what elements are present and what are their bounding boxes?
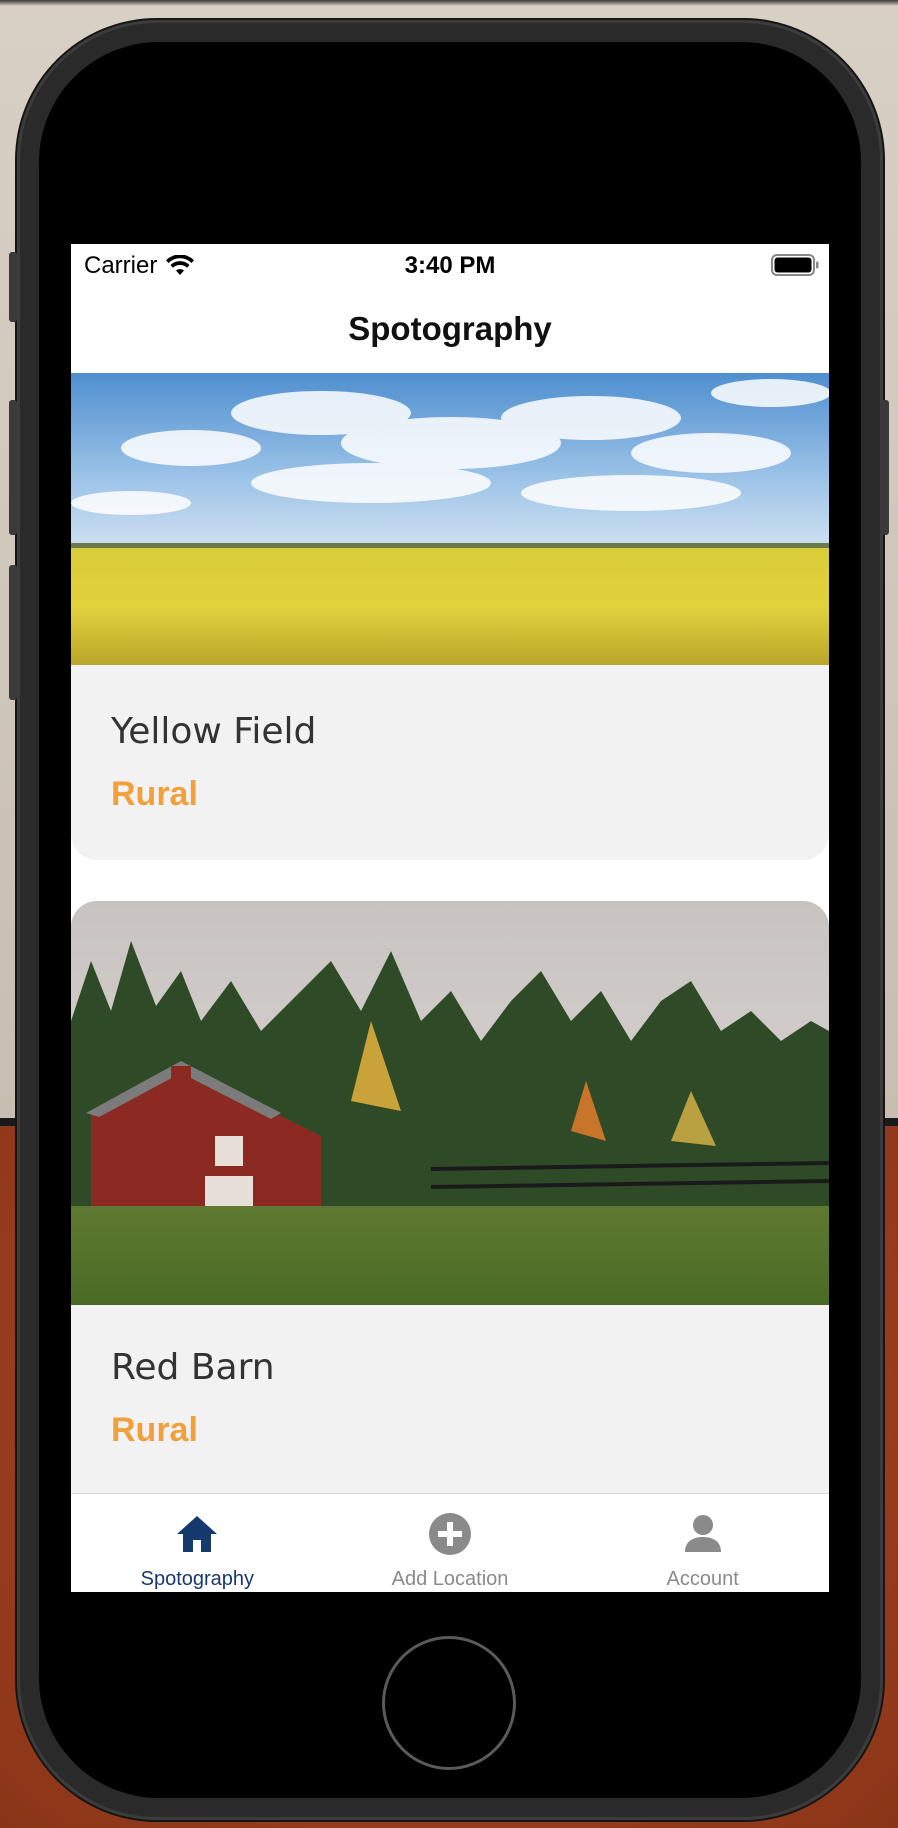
location-category: Rural <box>111 775 198 813</box>
home-button[interactable] <box>382 1636 516 1770</box>
page-title: Spotography <box>348 310 552 347</box>
tab-add-location[interactable]: Add Location <box>324 1494 577 1592</box>
tab-label: Spotography <box>140 1568 255 1590</box>
volume-up-button <box>9 400 17 535</box>
power-button <box>881 400 889 535</box>
tab-spotography[interactable]: Spotography <box>71 1494 324 1592</box>
home-icon <box>177 1516 218 1552</box>
location-card[interactable]: Yellow Field Rural <box>71 373 829 860</box>
tab-label: Account <box>666 1568 739 1590</box>
mute-switch <box>9 252 17 322</box>
plus-circle-icon <box>429 1513 471 1555</box>
location-card[interactable]: Red Barn Rural <box>71 901 829 1592</box>
person-icon <box>684 1515 721 1552</box>
location-photo <box>71 901 829 1305</box>
app-screen: Carrier 3:40 PM Spotography Yellow Field… <box>71 244 829 1592</box>
location-title: Yellow Field <box>111 711 317 752</box>
location-photo <box>71 373 829 665</box>
location-category: Rural <box>111 1411 198 1449</box>
tab-bar: Spotography Add Location Account <box>71 1493 829 1592</box>
tab-label: Add Location <box>391 1568 509 1590</box>
location-title: Red Barn <box>111 1347 275 1388</box>
status-bar: Carrier 3:40 PM <box>71 244 829 284</box>
battery-icon <box>771 254 819 276</box>
volume-down-button <box>9 565 17 700</box>
status-time: 3:40 PM <box>404 252 496 279</box>
tab-account[interactable]: Account <box>576 1494 829 1592</box>
